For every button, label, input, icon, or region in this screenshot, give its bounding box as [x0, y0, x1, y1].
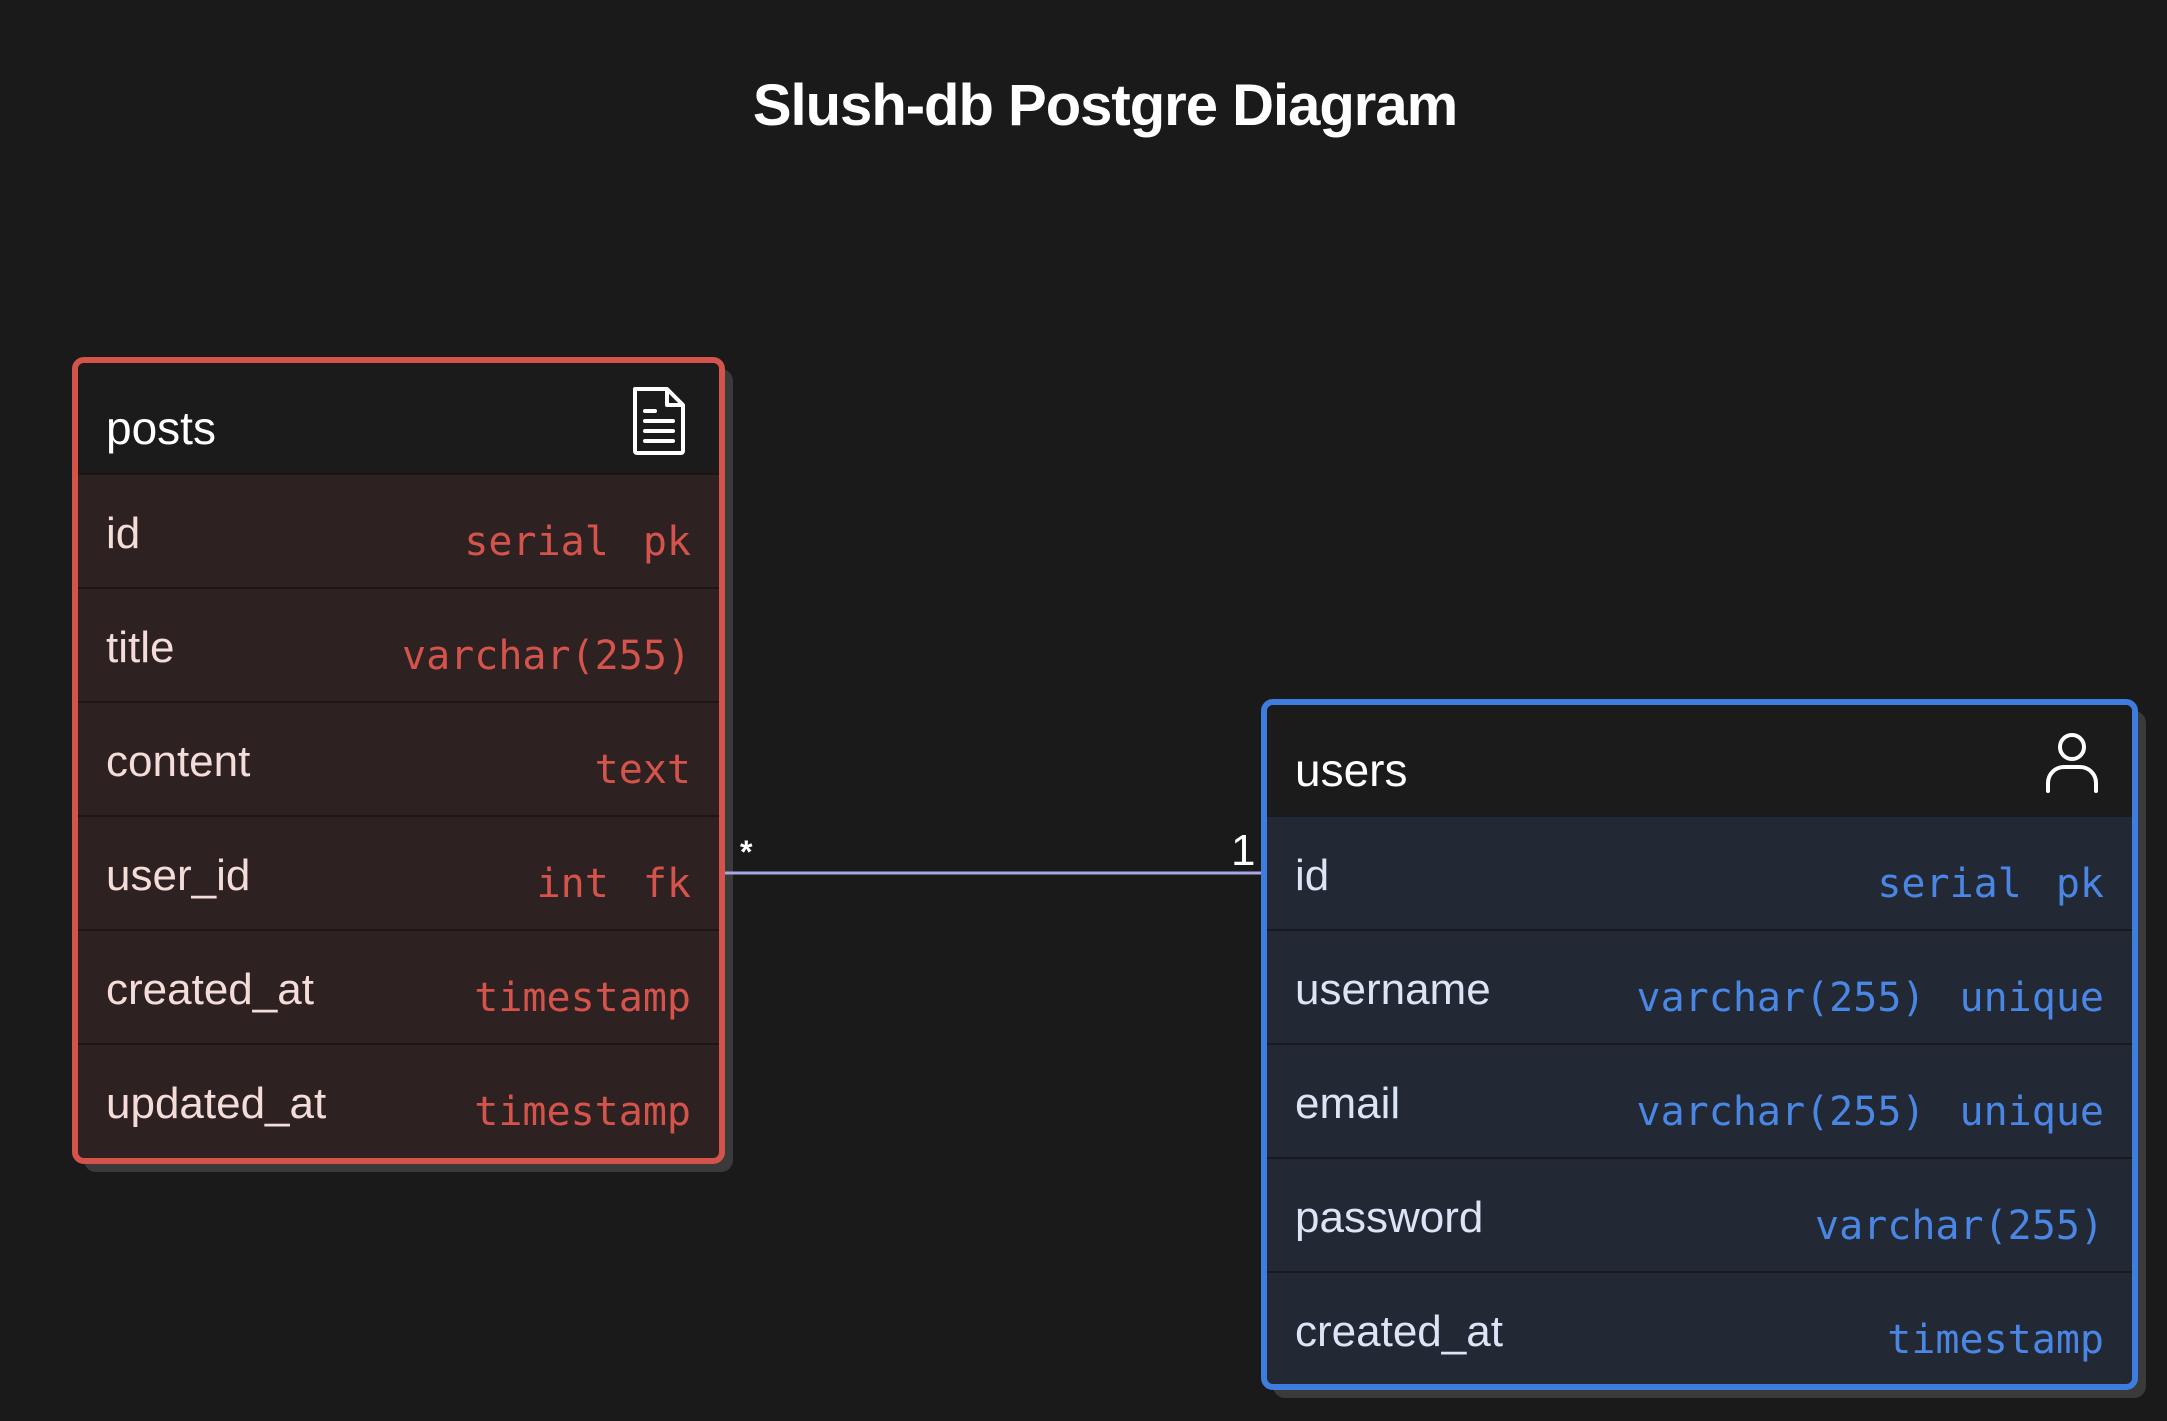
- field-type-name: timestamp: [1887, 1317, 2104, 1363]
- users-field-row[interactable]: username varchar(255) unique: [1267, 929, 2132, 1043]
- field-name: created_at: [1295, 1307, 1503, 1356]
- field-type: varchar(255): [1815, 1203, 2104, 1249]
- users-field-row[interactable]: password varchar(255): [1267, 1157, 2132, 1271]
- field-name: title: [106, 623, 175, 672]
- field-type-name: varchar(255): [1636, 975, 1926, 1021]
- posts-field-row[interactable]: created_at timestamp: [78, 929, 719, 1043]
- field-type-name: timestamp: [474, 975, 691, 1021]
- field-type: timestamp: [1887, 1317, 2104, 1363]
- field-name: updated_at: [106, 1079, 327, 1128]
- field-name: username: [1295, 965, 1491, 1014]
- posts-field-row[interactable]: id serial pk: [78, 473, 719, 587]
- field-constraint: unique: [1959, 975, 2105, 1021]
- field-type: int fk: [537, 861, 691, 907]
- field-name: created_at: [106, 965, 314, 1014]
- field-type: varchar(255): [402, 633, 691, 679]
- field-constraint: pk: [2055, 861, 2104, 907]
- users-field-row[interactable]: id serial pk: [1267, 815, 2132, 929]
- posts-table-name: posts: [106, 402, 216, 454]
- field-name: user_id: [106, 851, 251, 900]
- users-table-header[interactable]: users: [1267, 705, 2132, 815]
- diagram-canvas: Slush-db Postgre Diagram * 1 posts id se…: [0, 0, 2167, 1421]
- field-name: id: [106, 509, 141, 558]
- field-type-name: serial: [464, 519, 609, 565]
- field-type: text: [595, 747, 691, 793]
- field-type: varchar(255) unique: [1637, 975, 2104, 1021]
- posts-table-header[interactable]: posts: [78, 363, 719, 473]
- posts-field-row[interactable]: updated_at timestamp: [78, 1043, 719, 1157]
- field-name: email: [1295, 1079, 1401, 1128]
- cardinality-many-label: *: [740, 834, 753, 870]
- document-icon: [633, 387, 685, 455]
- field-name: content: [106, 737, 251, 786]
- field-constraint: pk: [642, 519, 691, 565]
- field-type-name: varchar(255): [402, 633, 691, 679]
- posts-table[interactable]: posts id serial pk title varchar(255) con…: [72, 357, 725, 1164]
- cardinality-one-label: 1: [1231, 826, 1256, 875]
- users-field-row[interactable]: email varchar(255) unique: [1267, 1043, 2132, 1157]
- field-type: serial pk: [464, 519, 691, 565]
- field-constraint: unique: [1959, 1089, 2105, 1135]
- field-type: timestamp: [474, 975, 691, 1021]
- field-type-name: varchar(255): [1815, 1203, 2104, 1249]
- field-type: varchar(255) unique: [1637, 1089, 2104, 1135]
- field-type-name: serial: [1877, 861, 2022, 907]
- users-table[interactable]: users id serial pk username varchar(255) u…: [1261, 699, 2138, 1390]
- field-name: id: [1295, 851, 1330, 900]
- field-type-name: text: [594, 747, 691, 793]
- field-name: password: [1295, 1193, 1484, 1242]
- users-field-row[interactable]: created_at timestamp: [1267, 1271, 2132, 1384]
- field-type: serial pk: [1877, 861, 2104, 907]
- posts-field-row[interactable]: title varchar(255): [78, 587, 719, 701]
- posts-field-row[interactable]: user_id int fk: [78, 815, 719, 929]
- field-type-name: timestamp: [474, 1089, 691, 1135]
- field-type-name: int: [536, 861, 609, 907]
- field-type-name: varchar(255): [1636, 1089, 1926, 1135]
- users-table-name: users: [1295, 744, 1408, 796]
- diagram-title: Slush-db Postgre Diagram: [752, 73, 1458, 138]
- field-constraint: fk: [642, 861, 691, 907]
- user-icon: [2046, 733, 2098, 793]
- posts-field-row[interactable]: content text: [78, 701, 719, 815]
- field-type: timestamp: [474, 1089, 691, 1135]
